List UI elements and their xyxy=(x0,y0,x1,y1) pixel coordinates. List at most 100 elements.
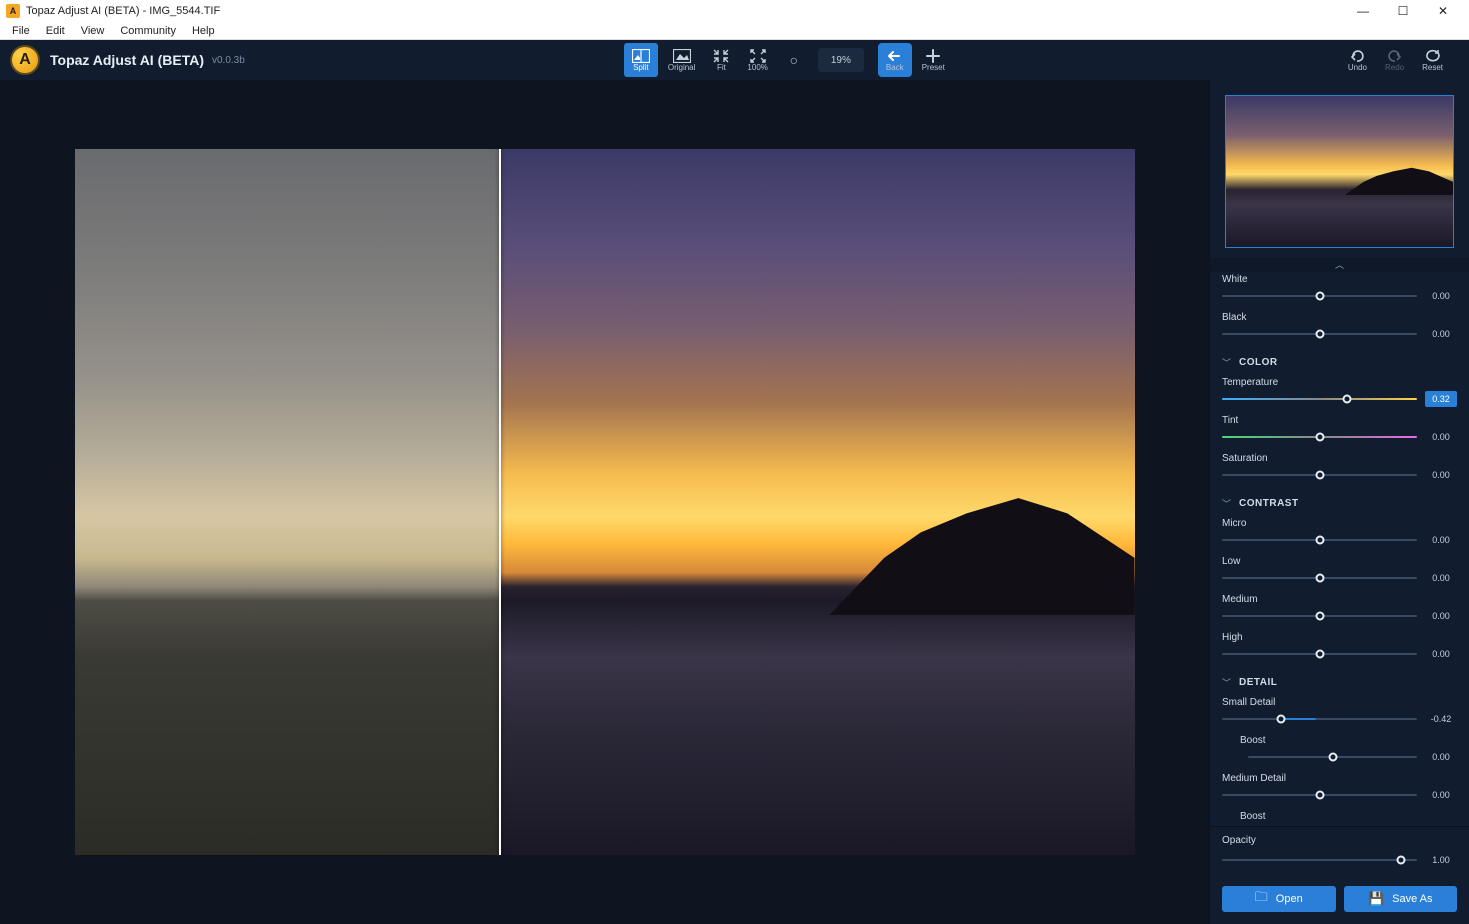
small-boost-slider[interactable] xyxy=(1248,756,1417,758)
menu-view[interactable]: View xyxy=(73,24,113,38)
original-view-button[interactable]: Original xyxy=(660,43,704,77)
medium-detail-slider[interactable] xyxy=(1222,794,1417,796)
saturation-label: Saturation xyxy=(1222,453,1457,464)
undo-label: Undo xyxy=(1348,63,1367,72)
redo-button[interactable]: Redo xyxy=(1377,43,1412,77)
window-titlebar: A Topaz Adjust AI (BETA) - IMG_5544.TIF … xyxy=(0,0,1469,22)
minimize-button[interactable]: — xyxy=(1343,4,1383,18)
param-small-boost: Boost 0.00 xyxy=(1210,733,1469,771)
split-view-button[interactable]: Split xyxy=(624,43,658,77)
white-slider[interactable] xyxy=(1222,295,1417,297)
param-low: Low 0.00 xyxy=(1210,554,1469,592)
temperature-label: Temperature xyxy=(1222,377,1457,388)
zoom-level[interactable]: 19% xyxy=(818,48,864,72)
maximize-button[interactable]: ☐ xyxy=(1383,4,1423,18)
opacity-slider[interactable] xyxy=(1222,859,1417,861)
small-detail-slider[interactable] xyxy=(1222,718,1417,720)
app-title: Topaz Adjust AI (BETA) xyxy=(50,52,204,68)
param-medium-detail: Medium Detail 0.00 xyxy=(1210,771,1469,809)
medium-detail-label: Medium Detail xyxy=(1222,773,1457,784)
split-label: Split xyxy=(633,63,649,72)
redo-icon xyxy=(1387,49,1403,63)
black-value[interactable]: 0.00 xyxy=(1425,326,1457,342)
redo-label: Redo xyxy=(1385,63,1404,72)
medium-slider[interactable] xyxy=(1222,615,1417,617)
undo-button[interactable]: Undo xyxy=(1340,43,1375,77)
tint-label: Tint xyxy=(1222,415,1457,426)
preset-label: Preset xyxy=(922,63,945,72)
app-icon-small: A xyxy=(6,4,20,18)
extra-view-button[interactable]: ○ xyxy=(778,43,810,77)
opacity-value[interactable]: 1.00 xyxy=(1425,852,1457,868)
param-high: High 0.00 xyxy=(1210,630,1469,668)
saturation-slider[interactable] xyxy=(1222,474,1417,476)
folder-icon: 🗀 xyxy=(1255,888,1268,910)
low-value[interactable]: 0.00 xyxy=(1425,570,1457,586)
split-divider[interactable] xyxy=(499,149,501,856)
medium-detail-value[interactable]: 0.00 xyxy=(1425,787,1457,803)
preset-button[interactable]: Preset xyxy=(914,43,953,77)
section-color[interactable]: ﹀ COLOR xyxy=(1210,348,1469,375)
hundred-label: 100% xyxy=(747,63,767,72)
tint-slider[interactable] xyxy=(1222,436,1417,438)
app-logo-icon: A xyxy=(10,45,40,75)
micro-slider[interactable] xyxy=(1222,539,1417,541)
section-contrast[interactable]: ﹀ CONTRAST xyxy=(1210,489,1469,516)
collapse-panel-button[interactable]: ︿ xyxy=(1210,258,1469,272)
save-as-button[interactable]: 💾 Save As xyxy=(1344,886,1458,912)
param-saturation: Saturation 0.00 xyxy=(1210,451,1469,489)
param-medium: Medium 0.00 xyxy=(1210,592,1469,630)
open-button[interactable]: 🗀 Open xyxy=(1222,886,1336,912)
close-button[interactable]: ✕ xyxy=(1423,4,1463,18)
saturation-value[interactable]: 0.00 xyxy=(1425,467,1457,483)
preview-panel xyxy=(0,80,1209,924)
medium-value[interactable]: 0.00 xyxy=(1425,608,1457,624)
fit-view-button[interactable]: Fit xyxy=(705,43,737,77)
medium-boost-label: Boost xyxy=(1222,811,1457,822)
param-black: Black 0.00 xyxy=(1210,310,1469,348)
original-label: Original xyxy=(668,63,696,72)
temperature-slider[interactable] xyxy=(1222,398,1417,400)
window-title: Topaz Adjust AI (BETA) - IMG_5544.TIF xyxy=(26,5,220,17)
menu-community[interactable]: Community xyxy=(112,24,184,38)
reset-label: Reset xyxy=(1422,63,1443,72)
hundred-view-button[interactable]: 100% xyxy=(739,43,775,77)
detail-title: DETAIL xyxy=(1239,677,1277,688)
tint-value[interactable]: 0.00 xyxy=(1425,429,1457,445)
contrast-title: CONTRAST xyxy=(1239,498,1299,509)
section-detail[interactable]: ﹀ DETAIL xyxy=(1210,668,1469,695)
right-panel: ︿ White 0.00 Black 0.00 xyxy=(1209,80,1469,924)
black-slider[interactable] xyxy=(1222,333,1417,335)
micro-value[interactable]: 0.00 xyxy=(1425,532,1457,548)
param-micro: Micro 0.00 xyxy=(1210,516,1469,554)
white-value[interactable]: 0.00 xyxy=(1425,288,1457,304)
param-small-detail: Small Detail -0.42 xyxy=(1210,695,1469,733)
menu-help[interactable]: Help xyxy=(184,24,223,38)
reset-button[interactable]: Reset xyxy=(1414,43,1451,77)
arrow-left-icon xyxy=(887,49,903,63)
small-boost-label: Boost xyxy=(1222,735,1457,746)
menu-file[interactable]: File xyxy=(4,24,38,38)
param-tint: Tint 0.00 xyxy=(1210,413,1469,451)
navigator-thumbnail[interactable] xyxy=(1225,95,1454,248)
open-label: Open xyxy=(1276,893,1303,905)
expand-icon xyxy=(750,49,766,63)
low-label: Low xyxy=(1222,556,1457,567)
plus-icon xyxy=(926,49,940,63)
small-detail-value[interactable]: -0.42 xyxy=(1425,711,1457,727)
small-boost-value[interactable]: 0.00 xyxy=(1425,749,1457,765)
white-label: White xyxy=(1222,274,1457,285)
small-detail-label: Small Detail xyxy=(1222,697,1457,708)
split-preview[interactable] xyxy=(75,149,1135,856)
app-version: v0.0.3b xyxy=(212,55,245,66)
back-button[interactable]: Back xyxy=(878,43,912,77)
circle-icon: ○ xyxy=(790,53,798,67)
high-value[interactable]: 0.00 xyxy=(1425,646,1457,662)
low-slider[interactable] xyxy=(1222,577,1417,579)
parameters-scroll[interactable]: White 0.00 Black 0.00 ﹀ COLOR xyxy=(1210,272,1469,826)
menu-edit[interactable]: Edit xyxy=(38,24,73,38)
temperature-value[interactable]: 0.32 xyxy=(1425,391,1457,407)
header-toolbar: A Topaz Adjust AI (BETA) v0.0.3b Split O… xyxy=(0,40,1469,80)
split-icon xyxy=(632,49,650,63)
high-slider[interactable] xyxy=(1222,653,1417,655)
